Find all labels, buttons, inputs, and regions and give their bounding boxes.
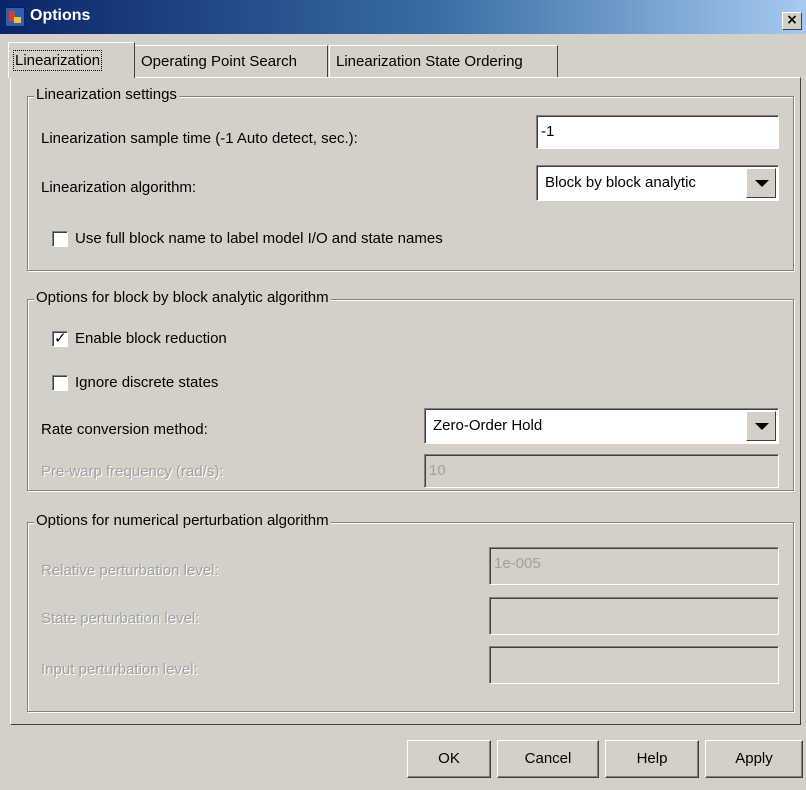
ok-button[interactable]: OK: [407, 740, 491, 778]
tab-linearization-label: Linearization: [12, 50, 103, 71]
window-title: Options: [30, 7, 91, 24]
rate-conversion-selected-value: Zero-Order Hold: [433, 417, 543, 434]
linearization-settings-legend: Linearization settings: [34, 86, 179, 103]
chevron-down-icon[interactable]: [746, 411, 776, 441]
full-block-name-label: Use full block name to label model I/O a…: [75, 230, 443, 247]
block-reduction-checkbox[interactable]: [52, 329, 68, 347]
state-perturbation-label: State perturbation level:: [41, 610, 200, 627]
sample-time-label: Linearization sample time (-1 Auto detec…: [41, 130, 358, 147]
linearization-tab-panel: Linearization settings Linearization sam…: [10, 77, 801, 725]
full-block-name-checkbox[interactable]: [52, 231, 68, 247]
ignore-discrete-label: Ignore discrete states: [75, 374, 219, 391]
input-perturbation-input: [489, 646, 779, 684]
algorithm-label: Linearization algorithm:: [41, 179, 197, 196]
title-bar[interactable]: Options ×: [0, 0, 806, 34]
sample-time-input[interactable]: -1: [536, 115, 779, 149]
help-button[interactable]: Help: [605, 740, 699, 778]
prewarp-label: Pre-warp frequency (rad/s):: [41, 463, 224, 480]
close-icon[interactable]: ×: [782, 12, 802, 30]
apply-button[interactable]: Apply: [705, 740, 803, 778]
chevron-down-icon[interactable]: [746, 168, 776, 198]
algorithm-dropdown[interactable]: Block by block analytic: [536, 165, 779, 201]
relative-perturbation-label: Relative perturbation level:: [41, 562, 219, 579]
tab-operating-point-search-label: Operating Point Search: [141, 53, 297, 70]
prewarp-input: 10: [424, 454, 779, 488]
options-dialog: Options × Linearization Operating Point …: [0, 0, 806, 790]
block-analytic-options-legend: Options for block by block analytic algo…: [34, 289, 331, 306]
rate-conversion-label: Rate conversion method:: [41, 421, 208, 438]
tab-linearization-state-ordering-label: Linearization State Ordering: [336, 53, 523, 70]
numerical-perturbation-legend: Options for numerical perturbation algor…: [34, 512, 331, 529]
tab-linearization-state-ordering[interactable]: Linearization State Ordering: [329, 45, 558, 77]
tab-operating-point-search[interactable]: Operating Point Search: [134, 45, 328, 77]
app-icon: [5, 7, 25, 27]
algorithm-selected-value: Block by block analytic: [545, 174, 696, 191]
state-perturbation-input: [489, 597, 779, 635]
tab-linearization[interactable]: Linearization: [8, 42, 135, 78]
ignore-discrete-checkbox[interactable]: [52, 375, 68, 391]
relative-perturbation-input: 1e-005: [489, 547, 779, 585]
cancel-button[interactable]: Cancel: [497, 740, 599, 778]
block-reduction-label: Enable block reduction: [75, 330, 227, 347]
rate-conversion-dropdown[interactable]: Zero-Order Hold: [424, 408, 779, 444]
input-perturbation-label: Input perturbation level:: [41, 661, 198, 678]
